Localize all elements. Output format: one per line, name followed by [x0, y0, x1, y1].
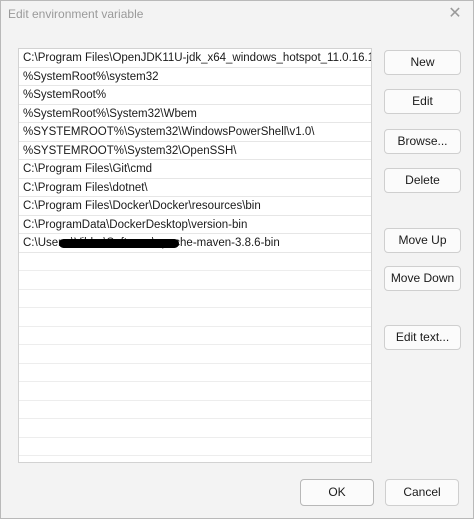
dialog-title: Edit environment variable: [8, 7, 144, 21]
path-list-item-text: %SystemRoot%\system32: [23, 70, 159, 83]
path-list-item-text: %SystemRoot%\System32\Wbem: [23, 107, 197, 120]
path-list-empty-row[interactable]: [19, 438, 371, 456]
close-icon[interactable]: ✕: [447, 6, 463, 22]
path-list-empty-row[interactable]: [19, 271, 371, 290]
path-list-item[interactable]: C:\Program Files\Git\cmd: [19, 160, 371, 179]
delete-button[interactable]: Delete: [384, 168, 461, 193]
path-list-item[interactable]: C:\Users \Vibha\Software\apache-maven-3.…: [19, 234, 371, 253]
path-list-item-text: C:\Program Files\Docker\Docker\resources…: [23, 200, 261, 212]
path-list-item-text: %SystemRoot%: [23, 89, 107, 101]
path-list-item-text: %SYSTEMROOT%\System32\WindowsPowerShell\…: [23, 126, 315, 138]
path-list-item[interactable]: C:\Program Files\OpenJDK11U-jdk_x64_wind…: [19, 49, 371, 68]
path-list-empty-row[interactable]: [19, 382, 371, 401]
path-list-empty-row[interactable]: [19, 308, 371, 327]
path-list-item-text: C:\ProgramData\DockerDesktop\version-bin: [23, 218, 248, 231]
path-list-item[interactable]: %SYSTEMROOT%\System32\WindowsPowerShell\…: [19, 123, 371, 142]
path-list-item[interactable]: C:\Program Files\dotnet\: [19, 179, 371, 197]
path-list[interactable]: C:\Program Files\OpenJDK11U-jdk_x64_wind…: [18, 48, 372, 463]
move-down-button[interactable]: Move Down: [384, 266, 461, 291]
path-list-item[interactable]: C:\Program Files\Docker\Docker\resources…: [19, 197, 371, 216]
path-list-item-text: C:\Program Files\OpenJDK11U-jdk_x64_wind…: [23, 52, 371, 64]
cancel-button[interactable]: Cancel: [385, 479, 459, 506]
new-button[interactable]: New: [384, 50, 461, 75]
path-list-item-text: C:\Program Files\dotnet\: [23, 181, 148, 194]
path-list-empty-row[interactable]: [19, 253, 371, 271]
path-list-empty-row[interactable]: [19, 327, 371, 345]
path-list-item[interactable]: %SystemRoot%\System32\Wbem: [19, 105, 371, 123]
path-list-item[interactable]: C:\ProgramData\DockerDesktop\version-bin: [19, 216, 371, 234]
move-up-button[interactable]: Move Up: [384, 228, 461, 253]
redaction-mark: [59, 239, 179, 248]
path-list-empty-row[interactable]: [19, 290, 371, 308]
edit-text-button[interactable]: Edit text...: [384, 325, 461, 350]
edit-environment-variable-dialog: Edit environment variable ✕ C:\Program F…: [0, 0, 474, 519]
path-list-empty-row[interactable]: [19, 419, 371, 438]
edit-button[interactable]: Edit: [384, 89, 461, 114]
path-list-item-text: %SYSTEMROOT%\System32\OpenSSH\: [23, 144, 237, 157]
ok-button[interactable]: OK: [300, 479, 374, 506]
path-list-empty-row[interactable]: [19, 401, 371, 419]
path-list-item[interactable]: %SYSTEMROOT%\System32\OpenSSH\: [19, 142, 371, 160]
path-list-item[interactable]: %SystemRoot%\system32: [19, 68, 371, 86]
path-list-empty-row[interactable]: [19, 364, 371, 382]
path-list-empty-row[interactable]: [19, 345, 371, 364]
path-list-item-text: C:\Program Files\Git\cmd: [23, 163, 153, 175]
browse-button[interactable]: Browse...: [384, 129, 461, 154]
path-list-item[interactable]: %SystemRoot%: [19, 86, 371, 105]
